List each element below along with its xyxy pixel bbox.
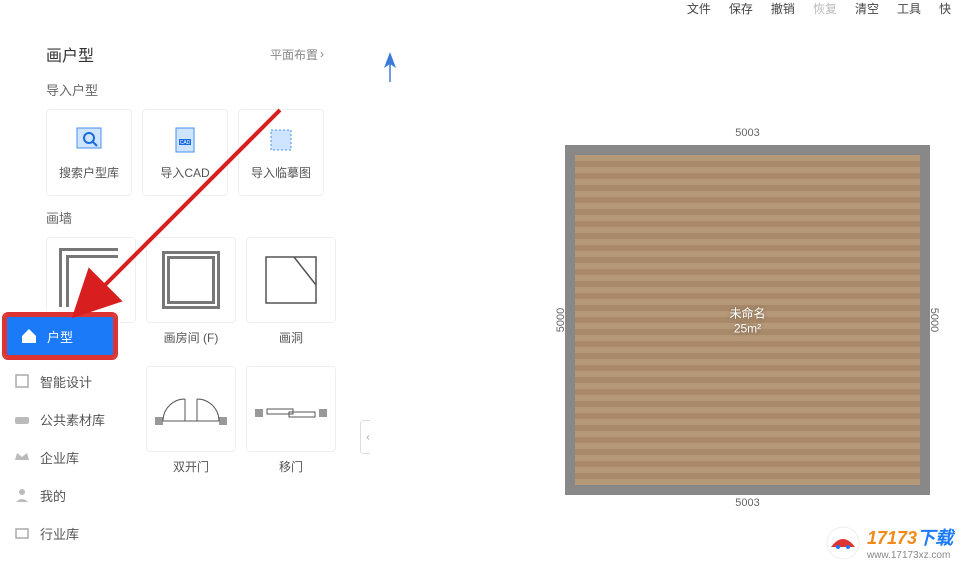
tool-draw-hole[interactable]: 画洞 (246, 237, 336, 346)
nav-industry-library[interactable]: 行业库 (0, 514, 120, 552)
section-import-label: 导入户型 (46, 80, 324, 99)
dimension-right: 5000 (928, 308, 940, 332)
nav-enterprise-library[interactable]: 企业库 (0, 438, 120, 476)
chevron-right-icon: › (320, 47, 324, 61)
room-shape[interactable]: 5003 5003 5000 5000 未命名 25m² (565, 145, 930, 495)
svg-text:CAD: CAD (180, 140, 191, 146)
user-icon (12, 485, 32, 505)
search-icon (73, 124, 105, 156)
card-label: 搜索户型库 (59, 164, 119, 181)
menu-tool[interactable]: 工具 (897, 0, 921, 17)
crown-icon (12, 447, 32, 467)
nav-label: 公共素材库 (40, 410, 105, 429)
wall-label: 画洞 (279, 329, 303, 346)
nav-public-library[interactable]: 公共素材库 (0, 400, 120, 438)
nav-label: 企业库 (40, 448, 79, 467)
menu-file[interactable]: 文件 (687, 0, 711, 17)
card-label: 导入临摹图 (251, 164, 311, 181)
nav-label: 智能设计 (40, 372, 92, 391)
dimension-left: 5000 (555, 308, 567, 332)
wall-label: 双开门 (173, 458, 209, 475)
section-wall-label: 画墙 (46, 208, 324, 227)
sidebar-nav: 户型 智能设计 公共素材库 企业库 我的 行业库 (0, 310, 120, 552)
tool-sliding-door[interactable]: 移门 (246, 366, 336, 475)
nav-layout[interactable]: 户型 (4, 314, 116, 358)
magic-icon (12, 371, 32, 391)
menu-undo[interactable]: 撤销 (771, 0, 795, 17)
card-label: 导入CAD (160, 164, 209, 181)
tool-draw-room[interactable]: 画房间 (F) (146, 237, 236, 346)
trace-image-icon (265, 124, 297, 156)
menu-save[interactable]: 保存 (729, 0, 753, 17)
dimension-top: 5003 (735, 127, 759, 139)
wall-label: 画房间 (F) (164, 329, 219, 346)
sofa-icon (12, 409, 32, 429)
watermark-logo-icon (825, 525, 861, 561)
wall-label: 移门 (279, 458, 303, 475)
room-label: 未命名 25m² (729, 305, 765, 336)
nav-mine[interactable]: 我的 (0, 476, 120, 514)
card-search-library[interactable]: 搜索户型库 (46, 109, 132, 196)
top-toolbar: 文件 保存 撤销 恢复 清空 工具 快 (0, 0, 961, 30)
card-import-cad[interactable]: CAD 导入CAD (142, 109, 228, 196)
menu-quick[interactable]: 快 (939, 0, 951, 17)
nav-label: 户型 (47, 327, 73, 346)
nav-label: 我的 (40, 486, 66, 505)
house-icon (19, 326, 39, 346)
dimension-bottom: 5003 (735, 497, 759, 509)
design-canvas[interactable]: 5003 5003 5000 5000 未命名 25m² (370, 30, 961, 567)
nav-smart-design[interactable]: 智能设计 (0, 362, 120, 400)
menu-clear[interactable]: 清空 (855, 0, 879, 17)
menu-redo[interactable]: 恢复 (813, 0, 837, 17)
cad-file-icon: CAD (169, 124, 201, 156)
view-mode-toggle[interactable]: 平面布置 › (270, 46, 324, 63)
compass-icon (380, 50, 400, 89)
card-import-trace[interactable]: 导入临摹图 (238, 109, 324, 196)
watermark: 17173下载 www.17173xz.com (825, 524, 953, 561)
watermark-url: www.17173xz.com (867, 550, 953, 561)
box-icon (12, 523, 32, 543)
nav-label: 行业库 (40, 524, 79, 543)
tool-double-door[interactable]: 双开门 (146, 366, 236, 475)
panel-title: 画户型 (46, 42, 94, 66)
